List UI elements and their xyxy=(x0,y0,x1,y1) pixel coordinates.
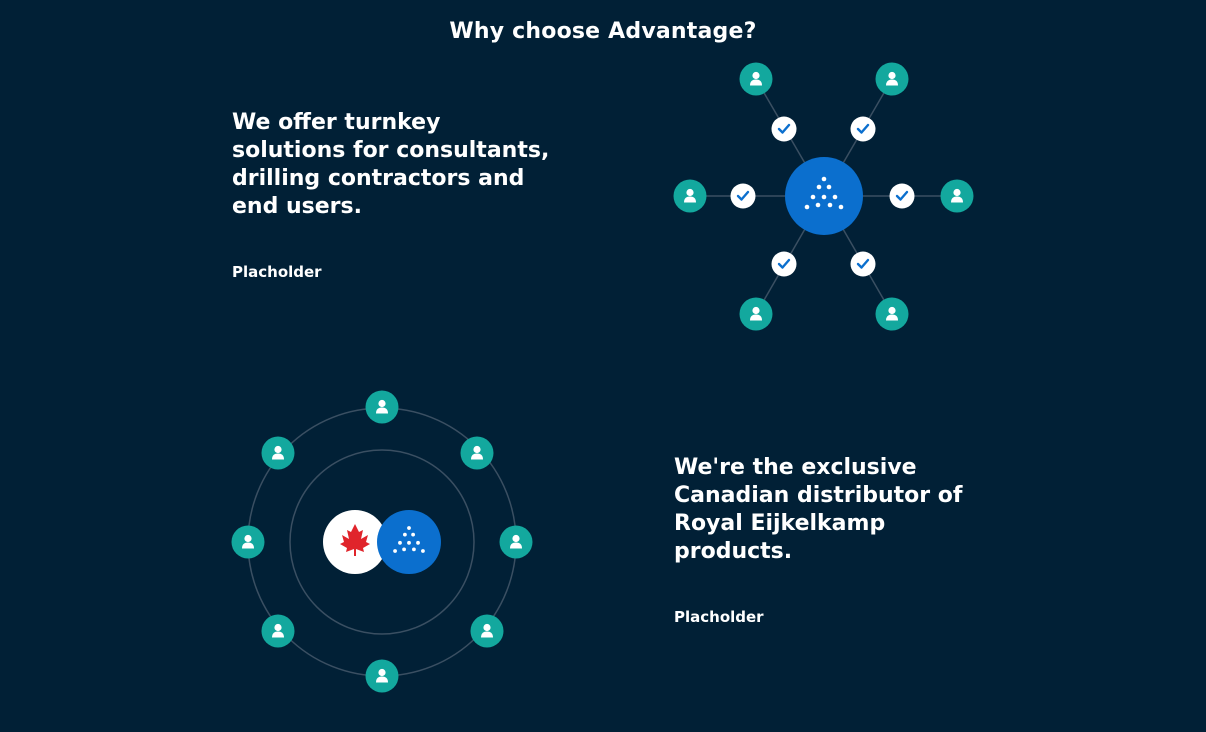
check-node xyxy=(889,183,915,209)
orbit-diagram xyxy=(231,390,533,693)
person-node xyxy=(365,659,399,693)
section-1-heading: We offer turnkey solutions for consultan… xyxy=(232,110,550,219)
person-node xyxy=(470,614,504,648)
section-2-heading: We're the exclusive Canadian distributor… xyxy=(674,455,963,564)
check-node xyxy=(850,251,876,277)
check-node xyxy=(730,183,756,209)
advantage-node xyxy=(377,510,441,574)
person-node xyxy=(231,525,265,559)
check-node xyxy=(850,116,876,142)
person-node xyxy=(499,525,533,559)
page-title: Why choose Advantage? xyxy=(449,18,757,44)
hub-node xyxy=(785,157,863,235)
section-1-text: Placholder xyxy=(232,263,322,281)
person-node xyxy=(460,436,494,470)
check-node xyxy=(771,116,797,142)
page: Why choose Advantage? We offer turnkey s… xyxy=(0,0,1206,732)
person-node xyxy=(261,614,295,648)
person-node xyxy=(875,297,909,331)
person-node xyxy=(739,297,773,331)
person-node xyxy=(673,179,707,213)
person-node xyxy=(739,62,773,96)
person-node xyxy=(261,436,295,470)
person-node xyxy=(875,62,909,96)
network-diagram xyxy=(673,62,974,331)
check-node xyxy=(771,251,797,277)
person-node xyxy=(940,179,974,213)
section-2-text: Placholder xyxy=(674,608,764,626)
person-node xyxy=(365,390,399,424)
